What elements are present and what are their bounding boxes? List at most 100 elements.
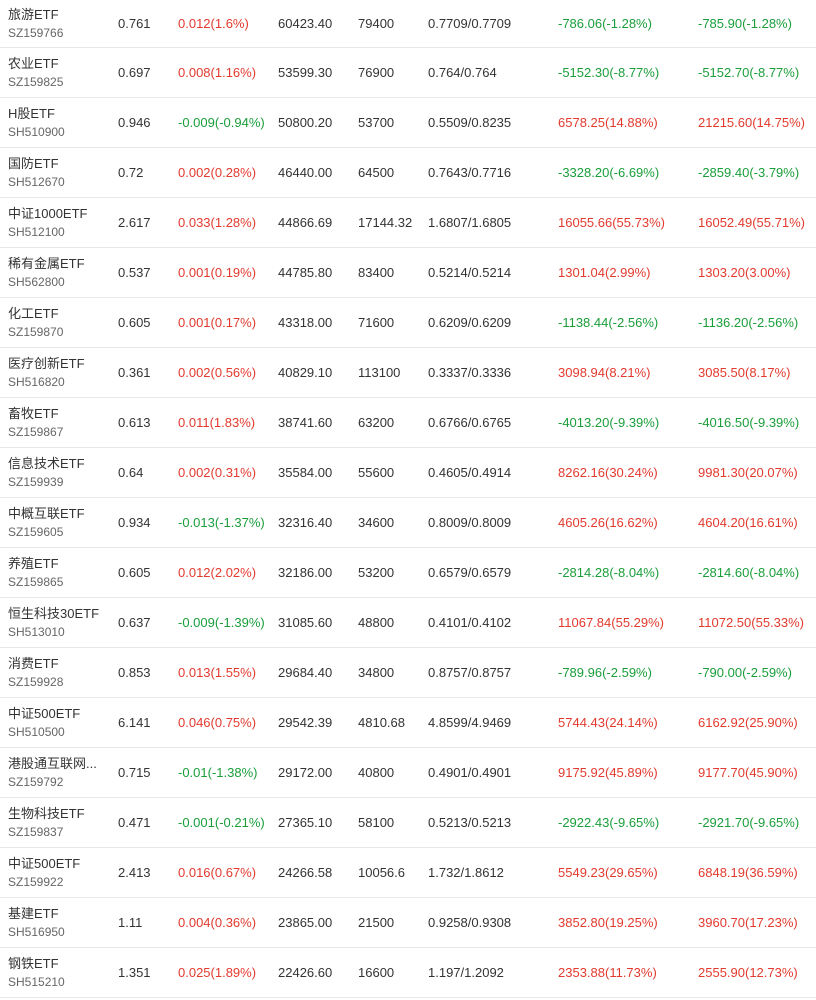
change-cell: -0.013(-1.37%) [178, 515, 265, 530]
fund-name-link[interactable]: 旅游ETF [8, 6, 59, 24]
fund-name-link[interactable]: 国防ETF [8, 155, 59, 173]
change-cell: 0.033(1.28%) [178, 215, 257, 230]
change-cell: 0.002(0.31%) [178, 465, 257, 480]
fund-name-link[interactable]: 畜牧ETF [8, 405, 59, 423]
fund-name-cell: 化工ETF SZ159870 [8, 298, 110, 347]
change-cell: -0.009(-1.39%) [178, 615, 265, 630]
fund-name-link[interactable]: 港股通互联网... [8, 755, 97, 773]
fund-code: SZ159922 [8, 874, 64, 889]
fund-name-link[interactable]: 基建ETF [8, 905, 59, 923]
fund-name-link[interactable]: 中证500ETF [8, 705, 80, 723]
price-cell: 6.141 [118, 715, 151, 730]
fund-name-cell: 医疗创新ETF SH516820 [8, 348, 110, 397]
shares-cell: 40800 [358, 765, 395, 780]
fund-name-cell: 中证500ETF SH510500 [8, 698, 110, 747]
amount-cell: 22426.60 [278, 965, 333, 980]
fund-name-link[interactable]: 中概互联ETF [8, 505, 85, 523]
price-cell: 0.72 [118, 165, 144, 180]
flow-change-alt-cell: -4016.50(-9.39%) [698, 415, 800, 430]
table-row[interactable]: 国防ETF SH512670 0.72 0.002(0.28%) 46440.00 645… [0, 148, 816, 198]
flow-change-cell: -3328.20(-6.69%) [558, 165, 660, 180]
table-row[interactable]: 生物科技ETF SZ159837 0.471 -0.001(-0.21%) 27365.… [0, 798, 816, 848]
nav-cell: 0.5509/0.8235 [428, 115, 512, 130]
shares-cell: 53200 [358, 565, 395, 580]
change-cell: 0.002(0.28%) [178, 165, 257, 180]
table-row[interactable]: 养殖ETF SZ159865 0.605 0.012(2.02%) 32186.00 53… [0, 548, 816, 598]
flow-change-alt-cell: -790.00(-2.59%) [698, 665, 792, 680]
table-row[interactable]: H股ETF SH510900 0.946 -0.009(-0.94%) 50800.20… [0, 98, 816, 148]
fund-code: SH510500 [8, 724, 65, 739]
flow-change-cell: 3098.94(8.21%) [558, 365, 651, 380]
fund-name-link[interactable]: 中证500ETF [8, 855, 80, 873]
flow-change-alt-cell: 9981.30(20.07%) [698, 465, 798, 480]
fund-name-link[interactable]: 消费ETF [8, 655, 59, 673]
fund-name-cell: 农业ETF SZ159825 [8, 48, 110, 97]
price-cell: 0.64 [118, 465, 144, 480]
fund-code: SZ159837 [8, 824, 64, 839]
table-row[interactable]: 港股通互联网... SZ159792 0.715 -0.01(-1.38%) 29172… [0, 748, 816, 798]
amount-cell: 50800.20 [278, 115, 333, 130]
flow-change-cell: 6578.25(14.88%) [558, 115, 658, 130]
shares-cell: 64500 [358, 165, 395, 180]
fund-name-link[interactable]: 医疗创新ETF [8, 355, 85, 373]
flow-change-cell: -789.96(-2.59%) [558, 665, 652, 680]
price-cell: 0.361 [118, 365, 151, 380]
table-row[interactable]: 医疗创新ETF SH516820 0.361 0.002(0.56%) 40829.10… [0, 348, 816, 398]
nav-cell: 0.9258/0.9308 [428, 915, 512, 930]
table-row[interactable]: 中证1000ETF SH512100 2.617 0.033(1.28%) 44866.… [0, 198, 816, 248]
flow-change-cell: 9175.92(45.89%) [558, 765, 658, 780]
table-row[interactable]: 钢铁ETF SH515210 1.351 0.025(1.89%) 22426.60 16… [0, 948, 816, 998]
fund-name-link[interactable]: 中证1000ETF [8, 205, 87, 223]
flow-change-alt-cell: 3085.50(8.17%) [698, 365, 791, 380]
fund-code: SZ159792 [8, 774, 64, 789]
amount-cell: 43318.00 [278, 315, 333, 330]
fund-name-link[interactable]: 养殖ETF [8, 555, 59, 573]
table-row[interactable]: 消费ETF SZ159928 0.853 0.013(1.55%) 29684.40 34… [0, 648, 816, 698]
fund-name-cell: H股ETF SH510900 [8, 98, 110, 147]
change-cell: 0.011(1.83%) [178, 415, 256, 430]
flow-change-cell: -2922.43(-9.65%) [558, 815, 660, 830]
amount-cell: 40829.10 [278, 365, 333, 380]
table-row[interactable]: 化工ETF SZ159870 0.605 0.001(0.17%) 43318.00 71… [0, 298, 816, 348]
fund-code: SZ159870 [8, 324, 64, 339]
table-row[interactable]: 旅游ETF SZ159766 0.761 0.012(1.6%) 60423.40 794… [0, 0, 816, 48]
table-row[interactable]: 中概互联ETF SZ159605 0.934 -0.013(-1.37%) 32316.… [0, 498, 816, 548]
flow-change-alt-cell: 21215.60(14.75%) [698, 115, 805, 130]
shares-cell: 17144.32 [358, 215, 413, 230]
fund-code: SH562800 [8, 274, 65, 289]
table-row[interactable]: 农业ETF SZ159825 0.697 0.008(1.16%) 53599.30 76… [0, 48, 816, 98]
price-cell: 0.697 [118, 65, 151, 80]
fund-name-link[interactable]: 生物科技ETF [8, 805, 85, 823]
price-cell: 0.613 [118, 415, 151, 430]
change-cell: 0.025(1.89%) [178, 965, 257, 980]
fund-name-link[interactable]: 农业ETF [8, 55, 59, 73]
table-row[interactable]: 基建ETF SH516950 1.11 0.004(0.36%) 23865.00 215… [0, 898, 816, 948]
shares-cell: 113100 [358, 365, 401, 380]
shares-cell: 34600 [358, 515, 395, 530]
table-row[interactable]: 畜牧ETF SZ159867 0.613 0.011(1.83%) 38741.60 63… [0, 398, 816, 448]
fund-name-cell: 国防ETF SH512670 [8, 148, 110, 197]
fund-name-link[interactable]: 恒生科技30ETF [8, 605, 99, 623]
change-cell: 0.002(0.56%) [178, 365, 257, 380]
fund-name-link[interactable]: 钢铁ETF [8, 955, 59, 973]
nav-cell: 0.4101/0.4102 [428, 615, 512, 630]
flow-change-alt-cell: -2859.40(-3.79%) [698, 165, 800, 180]
price-cell: 2.413 [118, 865, 151, 880]
fund-name-cell: 港股通互联网... SZ159792 [8, 748, 110, 797]
fund-name-link[interactable]: 稀有金属ETF [8, 255, 85, 273]
table-row[interactable]: 信息技术ETF SZ159939 0.64 0.002(0.31%) 35584.00 5… [0, 448, 816, 498]
table-row[interactable]: 中证500ETF SZ159922 2.413 0.016(0.67%) 24266.5… [0, 848, 816, 898]
amount-cell: 46440.00 [278, 165, 333, 180]
amount-cell: 44866.69 [278, 215, 333, 230]
table-row[interactable]: 恒生科技30ETF SH513010 0.637 -0.009(-1.39%) 3108… [0, 598, 816, 648]
fund-code: SZ159605 [8, 524, 64, 539]
fund-name-link[interactable]: 化工ETF [8, 305, 59, 323]
price-cell: 1.351 [118, 965, 151, 980]
table-row[interactable]: 稀有金属ETF SH562800 0.537 0.001(0.19%) 44785.80… [0, 248, 816, 298]
fund-name-link[interactable]: 信息技术ETF [8, 455, 85, 473]
shares-cell: 34800 [358, 665, 395, 680]
change-cell: 0.046(0.75%) [178, 715, 257, 730]
shares-cell: 83400 [358, 265, 395, 280]
table-row[interactable]: 中证500ETF SH510500 6.141 0.046(0.75%) 29542.3… [0, 698, 816, 748]
fund-name-link[interactable]: H股ETF [8, 105, 55, 123]
